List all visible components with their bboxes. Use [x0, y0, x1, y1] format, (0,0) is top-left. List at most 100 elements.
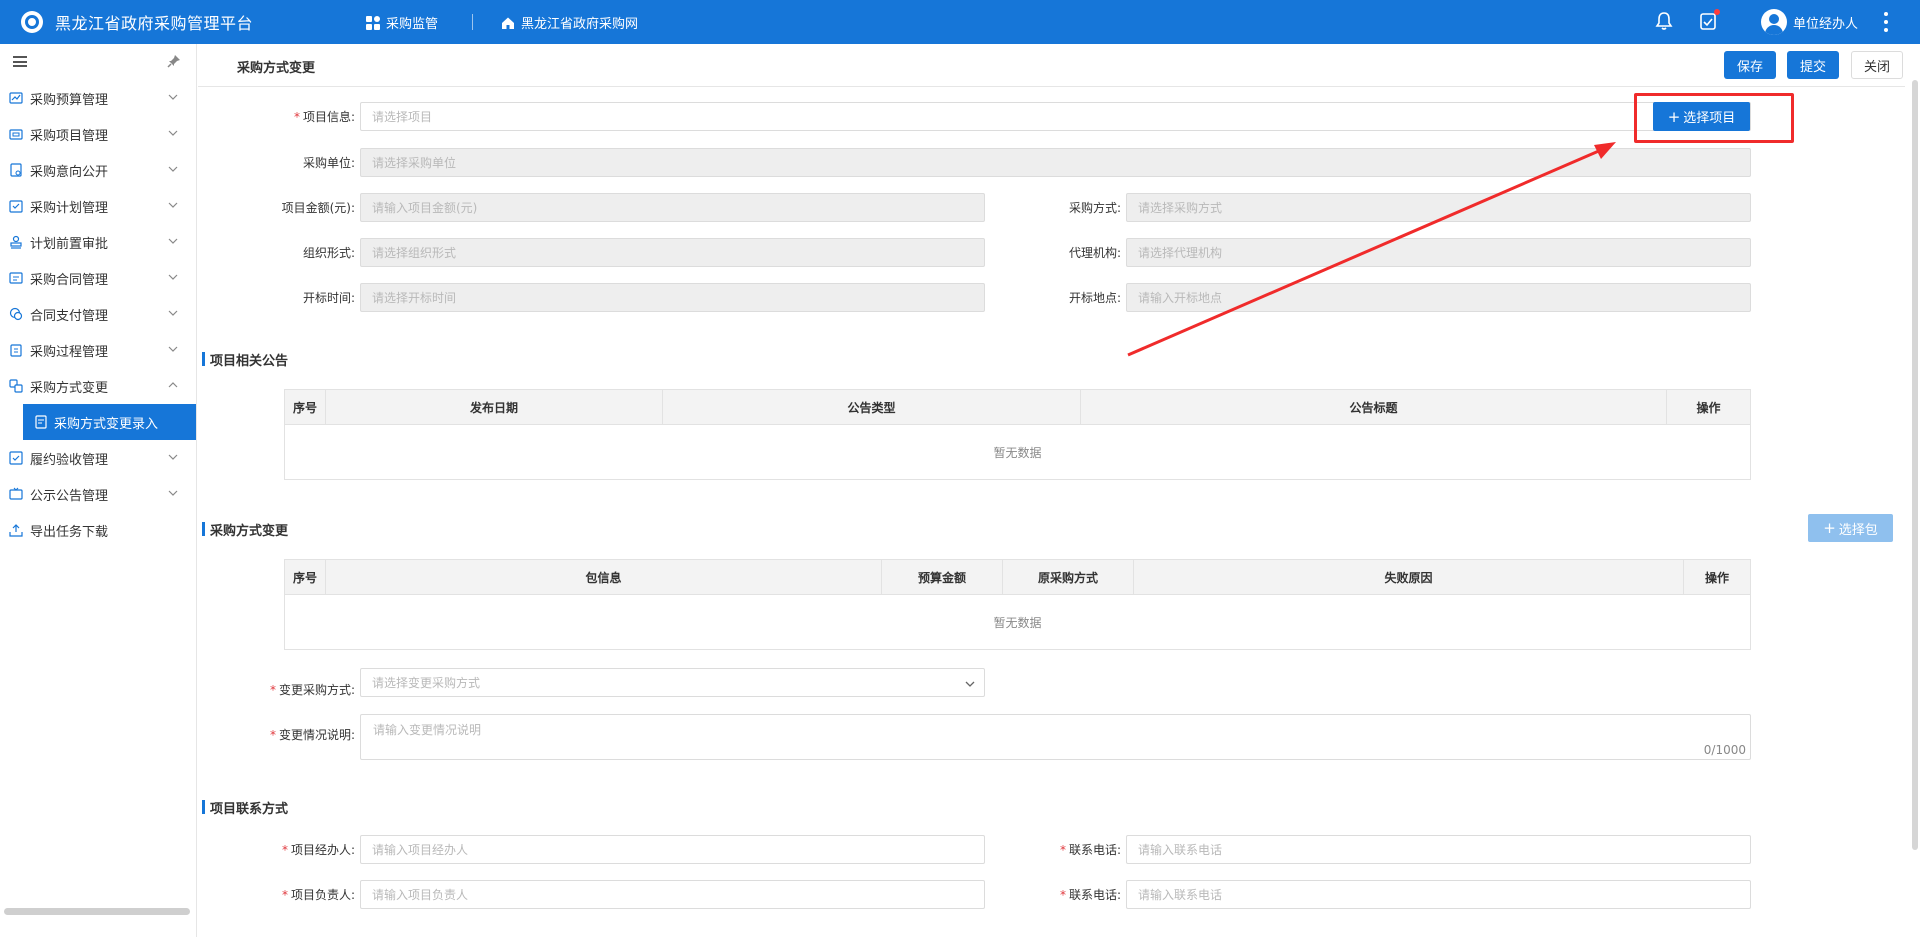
sidebar-item-contract[interactable]: 采购合同管理: [0, 260, 196, 296]
sidebar-subitem-method-change-entry[interactable]: 采购方式变更录入: [23, 404, 196, 440]
desc-label: * 变更情况说明:: [269, 728, 355, 742]
sidebar-item-project[interactable]: 采购项目管理: [0, 116, 196, 152]
char-counter: 0/1000: [1703, 743, 1746, 757]
select-package-button[interactable]: + 选择包: [1808, 514, 1893, 542]
chevron-down-icon: [168, 130, 178, 136]
edit-doc-icon: [35, 415, 47, 429]
stamp-icon: [10, 235, 22, 249]
packages-table: 序号 包信息 预算金额 原采购方式 失败原因 操作 暂无数据: [284, 559, 1751, 650]
sidebar: 采购预算管理 采购项目管理 采购意向公开 采购计划管理 计划前置审批 采购合同管…: [0, 44, 197, 937]
table-header: 序号 发布日期 公告类型 公告标题 操作: [285, 390, 1750, 425]
column-header: 操作: [1696, 401, 1721, 415]
column-header: 序号: [285, 560, 326, 595]
method-change-section-title: 采购方式变更: [202, 520, 288, 539]
user-menu[interactable]: 单位经办人: [1761, 9, 1858, 35]
chevron-down-icon: [168, 346, 178, 352]
logo-icon: [21, 11, 43, 33]
swap-icon: [9, 379, 23, 393]
user-name: 单位经办人: [1793, 16, 1859, 32]
sidebar-scrollbar[interactable]: [4, 908, 190, 915]
column-header: 操作: [1704, 571, 1729, 585]
notification-dot: [1714, 9, 1720, 15]
nav-website[interactable]: 黑龙江省政府采购网: [501, 13, 638, 32]
avatar: [1761, 9, 1787, 35]
leader-label: * 项目负责人:: [281, 888, 355, 902]
empty-state: 暂无数据: [993, 615, 1042, 630]
chevron-down-icon: [168, 166, 178, 172]
sidebar-subitem-label: 采购方式变更录入: [54, 416, 159, 432]
column-header: 发布日期: [326, 390, 663, 425]
sidebar-item-pre-approval[interactable]: 计划前置审批: [0, 224, 196, 260]
bell-icon[interactable]: [1655, 11, 1673, 34]
task-icon[interactable]: [1699, 9, 1720, 34]
phone2-label: * 联系电话:: [1059, 888, 1121, 902]
grid-icon: [366, 15, 380, 30]
sidebar-item-label: 公示公告管理: [30, 488, 109, 504]
top-bar: 黑龙江省政府采购管理平台 采购监管 黑龙江省政府采购网 单位经办人: [0, 0, 1920, 44]
change-description-textarea[interactable]: 请输入变更情况说明 0/1000: [360, 714, 1751, 760]
handler-phone-input[interactable]: 请输入联系电话: [1126, 835, 1751, 864]
change-method-label: * 变更采购方式:: [269, 683, 355, 697]
coin-icon: [9, 307, 23, 321]
menu-toggle-icon[interactable]: [13, 56, 27, 67]
sidebar-item-label: 合同支付管理: [30, 308, 109, 324]
column-header: 包信息: [326, 560, 882, 595]
folder-icon: [9, 129, 23, 140]
sidebar-item-label: 采购意向公开: [30, 164, 109, 180]
sidebar-item-announcement[interactable]: 公示公告管理: [0, 476, 196, 512]
document-icon: [10, 163, 22, 177]
change-method-select[interactable]: 请选择变更采购方式: [360, 668, 985, 697]
announcements-section-title: 项目相关公告: [202, 350, 288, 369]
table-header: 序号 包信息 预算金额 原采购方式 失败原因 操作: [285, 560, 1750, 595]
chevron-down-icon: [168, 310, 178, 316]
chevron-down-icon: [168, 274, 178, 280]
empty-state: 暂无数据: [993, 445, 1042, 460]
column-header: 公告类型: [663, 390, 1081, 425]
chevron-down-icon: [168, 490, 178, 496]
chart-icon: [9, 92, 23, 104]
sidebar-item-method-change[interactable]: 采购方式变更: [0, 368, 196, 404]
check-box-icon: [9, 451, 23, 465]
chevron-down-icon: [168, 202, 178, 208]
clipboard-icon: [10, 344, 22, 357]
project-handler-input[interactable]: 请输入项目经办人: [360, 835, 985, 864]
announcements-table: 序号 发布日期 公告类型 公告标题 操作 暂无数据: [284, 389, 1751, 480]
sidebar-item-plan[interactable]: 采购计划管理: [0, 188, 196, 224]
handler-label: * 项目经办人:: [281, 843, 355, 857]
sidebar-item-label: 采购预算管理: [30, 92, 109, 108]
nav-website-label: 黑龙江省政府采购网: [521, 17, 639, 32]
sidebar-item-label: 履约验收管理: [30, 452, 109, 468]
checklist-icon: [9, 200, 23, 213]
annotation-arrow: [1127, 142, 1616, 357]
leader-phone-input[interactable]: 请输入联系电话: [1126, 880, 1751, 909]
column-header: 失败原因: [1134, 560, 1684, 595]
column-header: 公告标题: [1081, 390, 1667, 425]
sidebar-item-label: 采购计划管理: [30, 200, 109, 216]
column-header: 序号: [285, 390, 326, 425]
pin-icon[interactable]: [167, 54, 181, 68]
chevron-down-icon: [168, 454, 178, 460]
sidebar-item-process[interactable]: 采购过程管理: [0, 332, 196, 368]
sidebar-item-label: 计划前置审批: [30, 236, 109, 252]
sidebar-item-budget[interactable]: 采购预算管理: [0, 80, 196, 116]
chevron-up-icon: [168, 382, 178, 388]
nav-supervision-label: 采购监管: [386, 17, 439, 32]
sidebar-item-payment[interactable]: 合同支付管理: [0, 296, 196, 332]
nav-supervision[interactable]: 采购监管: [366, 13, 438, 32]
app-title: 黑龙江省政府采购管理平台: [55, 14, 254, 33]
column-header: 原采购方式: [1003, 560, 1134, 595]
home-icon: [502, 17, 514, 29]
main-content: 采购方式变更 保存 提交 关闭 * 项目信息: 请选择项目 + 选择项目 采购单位…: [198, 44, 1920, 937]
sidebar-item-label: 导出任务下载: [30, 524, 109, 540]
column-header: 预算金额: [882, 560, 1003, 595]
contract-icon: [9, 272, 23, 284]
sidebar-item-intent[interactable]: 采购意向公开: [0, 152, 196, 188]
sidebar-item-acceptance[interactable]: 履约验收管理: [0, 440, 196, 476]
project-leader-input[interactable]: 请输入项目负责人: [360, 880, 985, 909]
nav-divider: [472, 14, 473, 30]
sidebar-item-label: 采购过程管理: [30, 344, 109, 360]
sidebar-item-export[interactable]: 导出任务下载: [0, 512, 196, 548]
more-icon[interactable]: [1884, 12, 1888, 32]
plus-icon: +: [1823, 519, 1836, 537]
chevron-down-icon: [168, 94, 178, 100]
